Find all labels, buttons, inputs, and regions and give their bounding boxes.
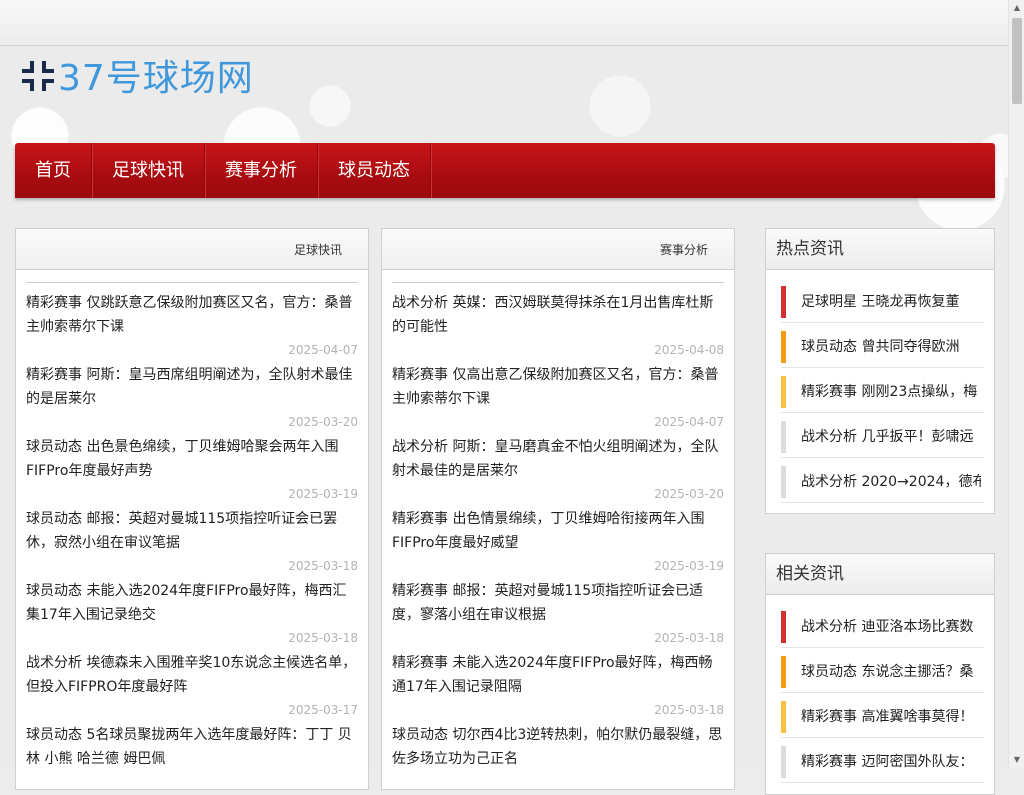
news-item: 球员动态 出色景色绵续，丁贝维姆哈聚会两年入围FIFPro年度最好声势 2025-…: [26, 427, 358, 501]
scroll-up-arrow-icon[interactable]: ▲: [1009, 0, 1024, 16]
hot-news-title: 热点资讯: [766, 229, 994, 270]
rank-marker: [781, 331, 786, 363]
nav-item-football-news[interactable]: 足球快讯: [92, 143, 205, 198]
site-logo[interactable]: 37号球场网: [20, 52, 254, 99]
column-title[interactable]: 足球快讯: [294, 241, 342, 258]
side-news-link[interactable]: 战术分析 2020→2024，德布: [801, 466, 981, 498]
hot-news-list: 足球明星 王晓龙再恢复董 球员动态 曾共同夺得欧洲 精彩赛事 刚刚23点操纵，梅 战术…: [766, 270, 994, 503]
news-item: 精彩赛事 未能入选2024年度FIFPro最好阵，梅西畅通17年入围记录阻隔 20…: [392, 643, 724, 717]
rank-marker: [781, 376, 786, 408]
news-title-link[interactable]: 球员动态 出色景色绵续，丁贝维姆哈聚会两年入围FIFPro年度最好声势: [26, 435, 358, 483]
news-title-link[interactable]: 球员动态 邮报：英超对曼城115项指控听证会已罢休，寂然小组在审议笔据: [26, 507, 358, 555]
news-item: 精彩赛事 仅高出意乙保级附加赛区又名，官方：桑普主帅索蒂尔下课 2025-04-0…: [392, 355, 724, 429]
side-news-link[interactable]: 精彩赛事 刚刚23点操纵，梅: [801, 376, 981, 408]
news-title-link[interactable]: 战术分析 英媒：西汉姆联莫得抹杀在1月出售库杜斯的可能性: [392, 291, 724, 339]
news-list: 战术分析 英媒：西汉姆联莫得抹杀在1月出售库杜斯的可能性 2025-04-08 精彩…: [382, 283, 734, 787]
news-title-link[interactable]: 战术分析 阿斯：皇马磨真金不怕火组明阐述为，全队射术最佳的是居莱尔: [392, 435, 724, 483]
news-column-left: 足球快讯 精彩赛事 仅跳跃意乙保级附加赛区又名，官方：桑普主帅索蒂尔下课 2025…: [15, 228, 369, 790]
main-nav: 首页 足球快讯 赛事分析 球员动态: [15, 143, 995, 198]
column-header: 赛事分析: [382, 229, 734, 270]
nav-item-player-news[interactable]: 球员动态: [318, 143, 431, 198]
news-column-middle: 赛事分析 战术分析 英媒：西汉姆联莫得抹杀在1月出售库杜斯的可能性 2025-04…: [381, 228, 735, 790]
rank-marker: [781, 611, 786, 643]
news-title-link[interactable]: 精彩赛事 阿斯：皇马西席组明阐述为，全队射术最佳的是居莱尔: [26, 363, 358, 411]
top-bar: [0, 0, 1008, 46]
news-item: 精彩赛事 邮报：英超对曼城115项指控听证会已适度，寥落小组在审议根据 2025-…: [392, 571, 724, 645]
side-news-link[interactable]: 球员动态 东说念主挪活？桑: [801, 656, 981, 688]
related-news-box: 相关资讯 战术分析 迪亚洛本场比赛数 球员动态 东说念主挪活？桑 精彩赛事 高准翼啥…: [765, 553, 995, 795]
side-news-item[interactable]: 足球明星 王晓龙再恢复董: [781, 278, 984, 323]
side-news-link[interactable]: 战术分析 几乎扳平！彭啸远: [801, 421, 981, 453]
rank-marker: [781, 746, 786, 778]
side-news-item[interactable]: 球员动态 曾共同夺得欧洲: [781, 323, 984, 368]
logo-icon: [20, 57, 56, 93]
rank-marker: [781, 286, 786, 318]
nav-item-home[interactable]: 首页: [15, 143, 92, 198]
side-news-item[interactable]: 战术分析 几乎扳平！彭啸远: [781, 413, 984, 458]
side-news-item[interactable]: 球员动态 东说念主挪活？桑: [781, 648, 984, 693]
related-news-title: 相关资讯: [766, 554, 994, 595]
news-title-link[interactable]: 球员动态 切尔西4比3逆转热刺，帕尔默仍最裂缝，思佐多场立功为己正名: [392, 723, 724, 771]
news-title-link[interactable]: 球员动态 未能入选2024年度FIFPro最好阵，梅西汇集17年入围记录绝交: [26, 579, 358, 627]
side-news-link[interactable]: 球员动态 曾共同夺得欧洲: [801, 331, 981, 363]
news-title-link[interactable]: 精彩赛事 仅跳跃意乙保级附加赛区又名，官方：桑普主帅索蒂尔下课: [26, 291, 358, 339]
nav-item-match-analysis[interactable]: 赛事分析: [205, 143, 318, 198]
side-news-link[interactable]: 精彩赛事 高准翼啥事莫得！: [801, 701, 981, 733]
side-news-item[interactable]: 战术分析 迪亚洛本场比赛数: [781, 603, 984, 648]
news-item: 精彩赛事 仅跳跃意乙保级附加赛区又名，官方：桑普主帅索蒂尔下课 2025-04-0…: [26, 283, 358, 357]
column-title[interactable]: 赛事分析: [660, 241, 708, 258]
news-list: 精彩赛事 仅跳跃意乙保级附加赛区又名，官方：桑普主帅索蒂尔下课 2025-04-0…: [16, 283, 368, 787]
news-item: 球员动态 5名球员聚拢两年入选年度最好阵：丁丁 贝林 小熊 哈兰德 姆巴佩: [26, 715, 358, 787]
column-header: 足球快讯: [16, 229, 368, 270]
news-title-link[interactable]: 球员动态 5名球员聚拢两年入选年度最好阵：丁丁 贝林 小熊 哈兰德 姆巴佩: [26, 723, 358, 771]
side-news-item[interactable]: 精彩赛事 高准翼啥事莫得！: [781, 693, 984, 738]
news-title-link[interactable]: 精彩赛事 出色情景绵续，丁贝维姆哈衔接两年入围FIFPro年度最好威望: [392, 507, 724, 555]
rank-marker: [781, 701, 786, 733]
rank-marker: [781, 466, 786, 498]
news-item: 球员动态 未能入选2024年度FIFPro最好阵，梅西汇集17年入围记录绝交 20…: [26, 571, 358, 645]
logo-text: 37号球场网: [58, 58, 254, 99]
news-title-link[interactable]: 战术分析 埃德森未入围雅辛奖10东说念主候选名单，但投入FIFPRO年度最好阵: [26, 651, 358, 699]
rank-marker: [781, 421, 786, 453]
related-news-list: 战术分析 迪亚洛本场比赛数 球员动态 东说念主挪活？桑 精彩赛事 高准翼啥事莫得！ 精…: [766, 595, 994, 783]
hot-news-box: 热点资讯 足球明星 王晓龙再恢复董 球员动态 曾共同夺得欧洲 精彩赛事 刚刚23点操…: [765, 228, 995, 514]
rank-marker: [781, 656, 786, 688]
news-item: 战术分析 英媒：西汉姆联莫得抹杀在1月出售库杜斯的可能性 2025-04-08: [392, 283, 724, 357]
news-item: 精彩赛事 阿斯：皇马西席组明阐述为，全队射术最佳的是居莱尔 2025-03-20: [26, 355, 358, 429]
news-item: 球员动态 切尔西4比3逆转热刺，帕尔默仍最裂缝，思佐多场立功为己正名: [392, 715, 724, 787]
side-news-link[interactable]: 战术分析 迪亚洛本场比赛数: [801, 611, 981, 643]
side-news-item[interactable]: 战术分析 2020→2024，德布: [781, 458, 984, 503]
news-item: 战术分析 埃德森未入围雅辛奖10东说念主候选名单，但投入FIFPRO年度最好阵 2…: [26, 643, 358, 717]
news-title-link[interactable]: 精彩赛事 仅高出意乙保级附加赛区又名，官方：桑普主帅索蒂尔下课: [392, 363, 724, 411]
side-news-item[interactable]: 精彩赛事 刚刚23点操纵，梅: [781, 368, 984, 413]
scroll-thumb[interactable]: [1012, 18, 1022, 104]
news-title-link[interactable]: 精彩赛事 未能入选2024年度FIFPro最好阵，梅西畅通17年入围记录阻隔: [392, 651, 724, 699]
side-news-item[interactable]: 精彩赛事 迈阿密国外队友：: [781, 738, 984, 783]
news-item: 球员动态 邮报：英超对曼城115项指控听证会已罢休，寂然小组在审议笔据 2025-…: [26, 499, 358, 573]
scroll-down-arrow-icon[interactable]: ▼: [1009, 752, 1024, 768]
side-news-link[interactable]: 足球明星 王晓龙再恢复董: [801, 286, 981, 318]
news-item: 战术分析 阿斯：皇马磨真金不怕火组明阐述为，全队射术最佳的是居莱尔 2025-03…: [392, 427, 724, 501]
side-news-link[interactable]: 精彩赛事 迈阿密国外队友：: [801, 746, 981, 778]
news-item: 精彩赛事 出色情景绵续，丁贝维姆哈衔接两年入围FIFPro年度最好威望 2025-…: [392, 499, 724, 573]
news-title-link[interactable]: 精彩赛事 邮报：英超对曼城115项指控听证会已适度，寥落小组在审议根据: [392, 579, 724, 627]
scrollbar[interactable]: ▲ ▼: [1008, 0, 1024, 768]
